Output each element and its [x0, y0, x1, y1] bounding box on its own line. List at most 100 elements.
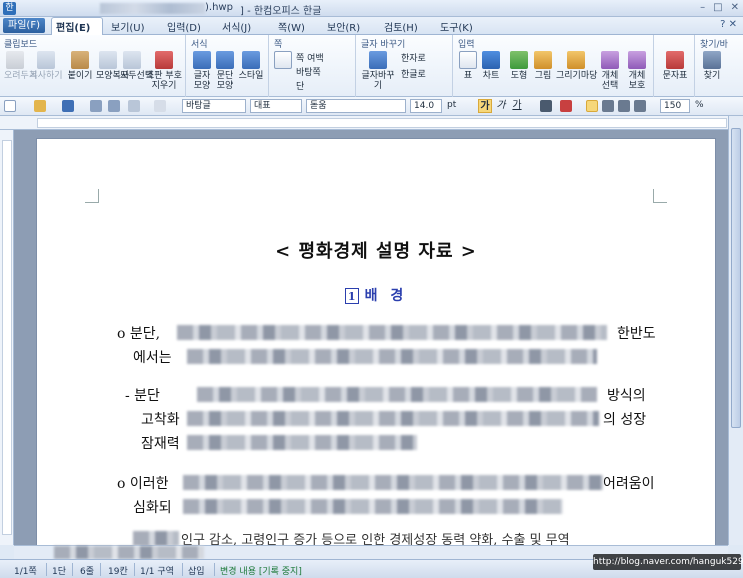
save-icon[interactable]	[62, 100, 74, 112]
horizontal-ruler[interactable]	[0, 116, 743, 130]
zoom-input[interactable]: 150	[660, 99, 690, 113]
symbol-button[interactable]: 문자표	[659, 51, 691, 81]
group-title-page: 쪽	[274, 40, 283, 50]
align-justify-icon[interactable]	[586, 100, 598, 112]
font-color-icon[interactable]	[560, 100, 572, 112]
blog-watermark: http://blog.naver.com/hanguk529	[593, 554, 743, 570]
window-title: ] - 한컴오피스 한글	[240, 6, 322, 17]
paste-icon	[71, 51, 89, 69]
status-section: 1/1 구역	[140, 567, 174, 577]
style-button[interactable]: 스타일	[237, 51, 265, 81]
menu-view[interactable]: 보기(U)	[111, 19, 145, 34]
minimize-button[interactable]: –	[700, 2, 705, 13]
format-copy-button[interactable]: 모양복사	[96, 51, 129, 81]
group-clipboard: 클립보드 오려두기 복사하기 붙이기 모양복사 모두선택 조판 부호지우기	[0, 35, 186, 97]
para-shape-button[interactable]: 문단모양	[214, 51, 236, 91]
chart-button[interactable]: 차트	[480, 51, 502, 81]
margin-button[interactable]: 쪽 여백	[296, 51, 324, 64]
char-change-button[interactable]: 글자바꾸기	[361, 51, 395, 91]
format-toolbar: 바탕글 대표 돋움 14.0 pt 가 가 가 150 %	[0, 97, 743, 116]
drawing-icon	[567, 51, 585, 69]
binoculars-icon	[703, 51, 721, 69]
undo-icon[interactable]	[128, 100, 140, 112]
help-close-icons[interactable]: ? ✕	[720, 19, 737, 30]
chart-icon	[482, 51, 500, 69]
para-select[interactable]: 대표	[250, 99, 302, 113]
line-5-prefix: 잠재력	[141, 436, 180, 452]
vertical-scrollbar[interactable]	[728, 116, 743, 545]
strike-icon[interactable]	[540, 100, 552, 112]
menu-tools[interactable]: 도구(K)	[440, 19, 473, 34]
to-hanja-button[interactable]: 한자로	[401, 51, 426, 64]
scroll-thumb[interactable]	[731, 128, 741, 428]
select-all-button[interactable]: 모두선택	[120, 51, 153, 81]
paste-button[interactable]: 붙이기	[66, 51, 94, 81]
vertical-ruler[interactable]	[0, 130, 14, 545]
group-format: 서식 글자모양 문단모양 스타일	[187, 35, 269, 97]
preview-icon[interactable]	[108, 100, 120, 112]
menu-bar: 파일(F) 편집(E) 보기(U) 입력(D) 서식(J) 쪽(W) 보안(R)…	[0, 17, 743, 35]
align-right-icon[interactable]	[634, 100, 646, 112]
char-shape-button[interactable]: 글자모양	[191, 51, 213, 91]
redacted-text	[183, 475, 603, 490]
redo-icon[interactable]	[154, 100, 166, 112]
menu-format[interactable]: 서식(J)	[222, 19, 251, 34]
status-column: 1단	[52, 567, 67, 577]
print-icon[interactable]	[90, 100, 102, 112]
menu-security[interactable]: 보안(R)	[327, 19, 360, 34]
menu-insert[interactable]: 입력(D)	[167, 19, 201, 34]
group-page: 쪽 쪽 여백 바탕쪽 단	[270, 35, 356, 97]
redacted-text	[183, 499, 563, 514]
copy-icon	[37, 51, 55, 69]
maximize-button[interactable]: □	[713, 2, 722, 13]
align-center-icon[interactable]	[618, 100, 630, 112]
scissors-icon	[6, 51, 24, 69]
close-button[interactable]: ✕	[731, 2, 739, 13]
char-change-icon	[369, 51, 387, 69]
underline-button[interactable]: 가	[510, 99, 524, 113]
style-select[interactable]: 바탕글	[182, 99, 246, 113]
table-button[interactable]: 표	[458, 51, 478, 81]
align-left-icon[interactable]	[602, 100, 614, 112]
status-page[interactable]: 1/1쪽	[14, 564, 37, 577]
object-select-button[interactable]: 개체 선택	[598, 51, 622, 91]
new-doc-icon[interactable]	[4, 100, 16, 112]
object-protect-button[interactable]: 개체 보호	[624, 51, 650, 91]
master-page-button[interactable]: 바탕쪽	[296, 65, 321, 78]
page-icon	[274, 51, 292, 69]
to-hangul-button[interactable]: 한글로	[401, 67, 426, 80]
font-select[interactable]: 돋움	[306, 99, 406, 113]
file-suffix: ).hwp	[205, 2, 233, 13]
column-button[interactable]: 단	[296, 79, 304, 92]
redacted-text	[197, 387, 597, 402]
font-size-unit: pt	[447, 100, 457, 110]
group-title-insert: 입력	[458, 40, 475, 50]
page-layout-button[interactable]	[274, 51, 292, 71]
app-icon[interactable]: 한	[3, 2, 16, 15]
line-8-text: 인구 감소, 고령인구 증가 등으로 인한 경제성장 동력 약화, 수출 및 무…	[181, 533, 570, 545]
bold-button[interactable]: 가	[478, 99, 492, 113]
copy-button[interactable]: 복사하기	[28, 51, 64, 81]
redacted-text	[187, 435, 417, 450]
status-track-changes[interactable]: 변경 내용 [기록 중지]	[220, 564, 302, 577]
redacted-text	[187, 349, 597, 364]
doc-title: < 평화경제 설명 자료 >	[275, 241, 477, 262]
line-1-prefix: o 분단,	[117, 326, 161, 342]
drawing-button[interactable]: 그리기마당	[556, 51, 597, 81]
clear-codes-button[interactable]: 조판 부호지우기	[144, 51, 184, 91]
italic-button[interactable]: 가	[494, 99, 508, 113]
menu-edit[interactable]: 편집(E)	[56, 19, 90, 34]
menu-page[interactable]: 쪽(W)	[278, 19, 305, 34]
font-size-input[interactable]: 14.0	[410, 99, 442, 113]
shape-button[interactable]: 도형	[508, 51, 530, 81]
menu-file[interactable]: 파일(F)	[3, 18, 45, 33]
cut-button[interactable]: 오려두기	[4, 51, 37, 81]
group-char-change: 글자 바꾸기 글자바꾸기 한자로 한글로	[357, 35, 453, 97]
find-button[interactable]: 찾기	[700, 51, 724, 81]
status-col: 19칸	[108, 567, 128, 577]
picture-button[interactable]: 그림	[532, 51, 554, 81]
status-insert-mode[interactable]: 삽입	[188, 564, 205, 577]
open-icon[interactable]	[34, 100, 46, 112]
menu-review[interactable]: 검토(H)	[384, 19, 418, 34]
document-page[interactable]: < 평화경제 설명 자료 > 1 배 경 o 분단, 한반도 에서는 - 분단 방…	[36, 138, 716, 545]
